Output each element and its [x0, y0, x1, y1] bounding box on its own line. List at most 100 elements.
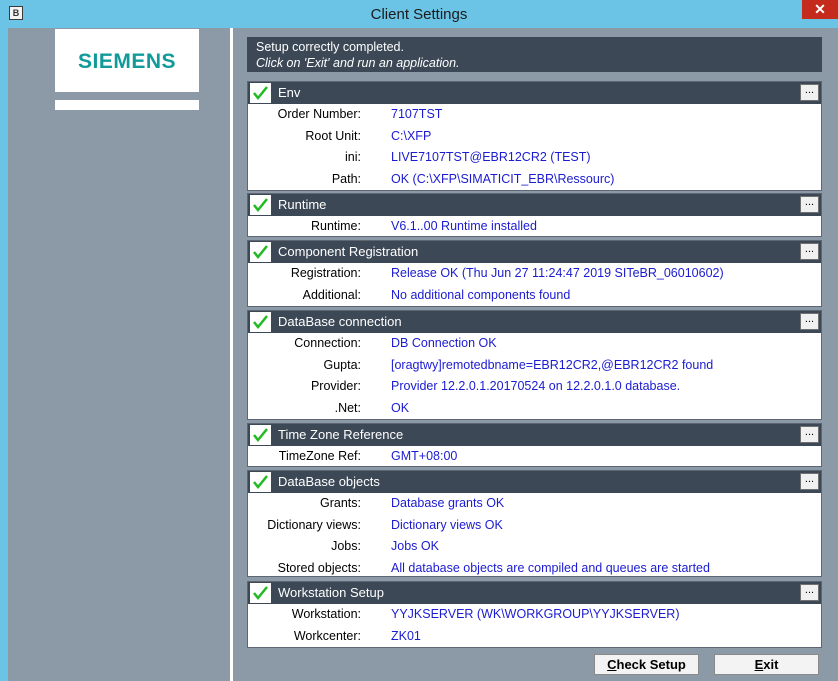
info-row: Runtime: V6.1..00 Runtime installed — [248, 216, 821, 238]
more-button[interactable]: ... — [800, 313, 819, 330]
more-button[interactable]: ... — [800, 473, 819, 490]
row-label: Dictionary views: — [267, 517, 361, 532]
checkmark-icon — [250, 195, 271, 215]
info-row: Additional: No additional components foun… — [248, 285, 821, 307]
row-label: Connection: — [294, 336, 361, 350]
section-header: DataBase objects... — [248, 471, 821, 493]
section-title: DataBase connection — [278, 314, 402, 329]
row-value: V6.1..00 Runtime installed — [391, 219, 537, 233]
row-label: Path: — [331, 171, 361, 186]
info-row: Order Number: 7107TST — [248, 104, 821, 126]
check-setup-label: heck Setup — [616, 657, 686, 672]
row-label: Runtime: — [310, 219, 361, 233]
section-runtime: Runtime... Runtime: V6.1..00 Runtime insta… — [247, 193, 822, 237]
section-title: Env — [278, 85, 301, 100]
section-time-zone-reference: Time Zone Reference... TimeZone Ref: GMT+0… — [247, 423, 822, 467]
section-title: Runtime — [278, 197, 327, 212]
more-button[interactable]: ... — [800, 584, 819, 601]
status-message: Setup correctly completed. Click on 'Exi… — [247, 37, 822, 72]
row-label: Order Number: — [277, 107, 361, 121]
info-row: TimeZone Ref: GMT+08:00 — [248, 446, 821, 468]
row-value: All database objects are compiled and qu… — [391, 560, 710, 575]
more-button[interactable]: ... — [800, 426, 819, 443]
row-value: Jobs OK — [391, 539, 439, 553]
info-row: Workstation: YYJKSERVER (WK\WORKGROUP\YYJ… — [248, 604, 821, 626]
check-setup-button[interactable]: Check Setup — [594, 654, 699, 675]
checkmark-icon — [250, 83, 271, 103]
status-line-2: Click on 'Exit' and run an application. — [256, 56, 460, 70]
info-row: Gupta: [oragtwy]remotedbname=EBR12CR2,@EB… — [248, 355, 821, 377]
info-row: ini: LIVE7107TST@EBR12CR2 (TEST) — [248, 147, 821, 169]
info-row: Stored objects: All database objects are … — [248, 558, 821, 580]
section-header: Env... — [248, 82, 821, 104]
panel-divider — [230, 28, 233, 681]
row-label: Grants: — [320, 496, 361, 510]
exit-label: xit — [763, 657, 779, 672]
row-value: OK (C:\XFP\SIMATICIT_EBR\Ressourc) — [391, 171, 615, 186]
exit-accel: E — [754, 657, 764, 672]
row-label: Jobs: — [331, 539, 361, 553]
client-area: SIEMENS Setup correctly completed. Click… — [8, 28, 838, 681]
section-header: Time Zone Reference... — [248, 424, 821, 446]
row-value: DB Connection OK — [391, 336, 497, 350]
row-label: Workcenter: — [293, 628, 361, 643]
row-value: 7107TST — [391, 107, 443, 121]
exit-button[interactable]: Exit — [714, 654, 819, 675]
info-row: Grants: Database grants OK — [248, 493, 821, 515]
section-header: Runtime... — [248, 194, 821, 216]
row-label: Workstation: — [291, 607, 361, 621]
row-value: C:\XFP — [391, 128, 432, 143]
section-title: Component Registration — [278, 244, 419, 259]
section-header: Component Registration... — [248, 241, 821, 263]
row-value: Dictionary views OK — [391, 517, 503, 532]
info-row: Path: OK (C:\XFP\SIMATICIT_EBR\Ressourc) — [248, 169, 821, 191]
check-setup-accel: C — [607, 657, 617, 672]
section-database-objects: DataBase objects... Grants: Database grant… — [247, 470, 822, 577]
info-row: Dictionary views: Dictionary views OK — [248, 515, 821, 537]
row-value: ZK01 — [391, 628, 421, 643]
row-value: No additional components found — [391, 287, 571, 302]
row-label: Gupta: — [323, 357, 361, 372]
info-row: Workcenter: ZK01 — [248, 626, 821, 648]
info-row: Jobs: Jobs OK — [248, 536, 821, 558]
section-title: DataBase objects — [278, 474, 380, 489]
info-row: .Net: OK — [248, 398, 821, 420]
row-value: YYJKSERVER (WK\WORKGROUP\YYJKSERVER) — [391, 607, 680, 621]
checkmark-icon — [250, 472, 271, 492]
row-label: Provider: — [310, 379, 361, 393]
info-row: Root Unit: C:\XFP — [248, 126, 821, 148]
section-header: DataBase connection... — [248, 311, 821, 333]
siemens-logo: SIEMENS — [55, 29, 199, 92]
title-bar: B Client Settings ✕ — [0, 0, 838, 28]
row-label: Stored objects: — [277, 560, 361, 575]
section-title: Time Zone Reference — [278, 427, 404, 442]
row-label: Registration: — [290, 266, 361, 280]
section-workstation-setup: Workstation Setup... Workstation: YYJKSERV… — [247, 581, 822, 648]
row-label: Additional: — [302, 287, 361, 302]
checkmark-icon — [250, 425, 271, 445]
section-database-connection: DataBase connection... Connection: DB Conn… — [247, 310, 822, 420]
row-value: GMT+08:00 — [391, 449, 458, 463]
checkmark-icon — [250, 583, 271, 603]
row-value: Provider 12.2.0.1.20170524 on 12.2.0.1.0… — [391, 379, 681, 393]
section-env: Env... Order Number: 7107TST Root Unit: C:\X… — [247, 81, 822, 191]
row-value: Database grants OK — [391, 496, 505, 510]
more-button[interactable]: ... — [800, 243, 819, 260]
row-label: ini: — [345, 150, 361, 164]
checkmark-icon — [250, 312, 271, 332]
info-row: Registration: Release OK (Thu Jun 27 11:2… — [248, 263, 821, 285]
section-component-registration: Component Registration... Registration: Re… — [247, 240, 822, 307]
row-value: OK — [391, 400, 410, 415]
row-label: Root Unit: — [305, 128, 361, 143]
row-value: [oragtwy]remotedbname=EBR12CR2,@EBR12CR2… — [391, 357, 714, 372]
window-title: Client Settings — [370, 6, 468, 23]
close-button[interactable]: ✕ — [802, 0, 838, 19]
logo-strip — [55, 100, 199, 110]
more-button[interactable]: ... — [800, 196, 819, 213]
row-label: .Net: — [334, 400, 361, 415]
row-label: TimeZone Ref: — [278, 449, 361, 463]
status-line-1: Setup correctly completed. — [256, 40, 404, 54]
info-row: Connection: DB Connection OK — [248, 333, 821, 355]
row-value: Release OK (Thu Jun 27 11:24:47 2019 SIT… — [391, 266, 724, 280]
more-button[interactable]: ... — [800, 84, 819, 101]
